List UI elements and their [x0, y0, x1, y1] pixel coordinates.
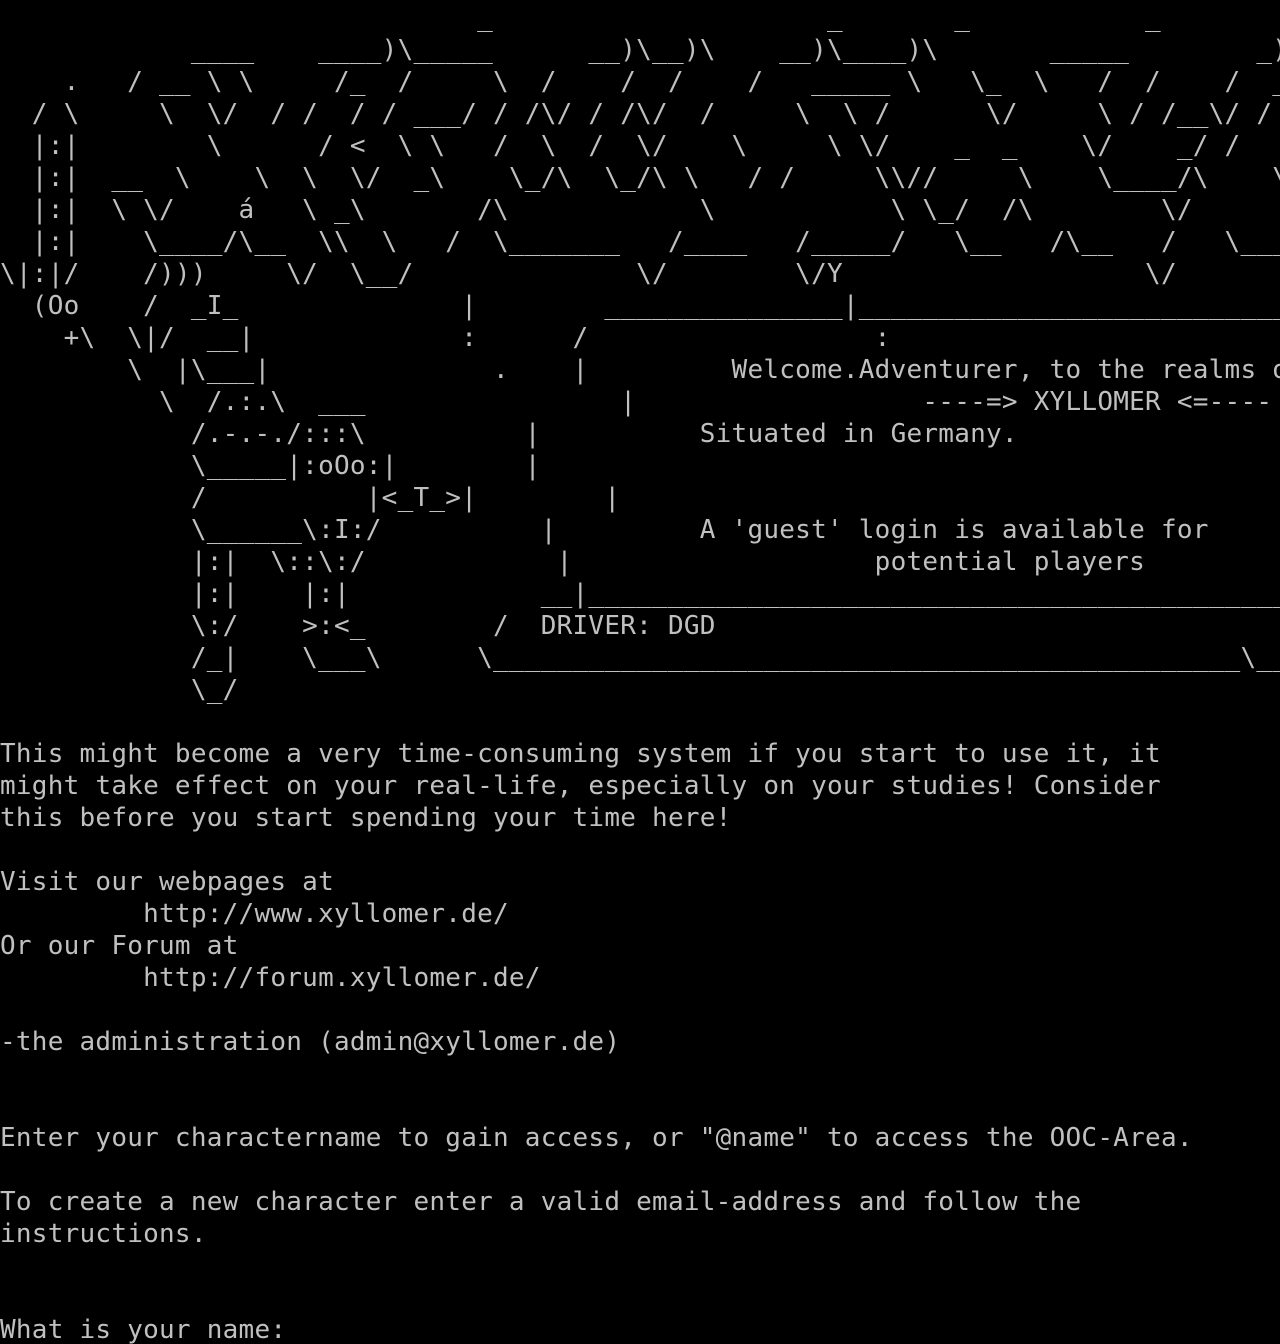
forum-label: Or our Forum at — [0, 931, 239, 961]
telnet-terminal[interactable]: _ _ _ _ _ _ _ _ ____ ____)\_____ __)\__)… — [0, 0, 1280, 1344]
banner-line: |:| \ \/ á \ _\ /\ \ \ \_/ /\ \/ /\ \ \\… — [31, 195, 1193, 225]
warning-line: This might become a very time-consuming … — [0, 739, 1161, 769]
banner-line: ____ ____)\_____ __)\__)\ __)\____)\ ___… — [190, 35, 1280, 65]
login-instructions: Enter your charactername to gain access,… — [0, 1123, 1193, 1153]
banner-line: \|:|/ /))) \/ \__/ \/ \/Y \/ \/ \/ Y\/ \… — [0, 259, 1177, 289]
forum-url[interactable]: http://forum.xyllomer.de/ — [0, 962, 541, 994]
admin-signature: -the administration (admin@xyllomer.de) — [0, 1027, 621, 1057]
banner-line: \_/ — [0, 675, 239, 705]
banner-line: . / __ \ \ /_ / \ / / / / _____ \ \_ \ /… — [63, 67, 1280, 97]
banner-line: +\ \|/ __| : / : : / \ — [63, 323, 891, 353]
webpages-label: Visit our webpages at — [0, 867, 334, 897]
banner-line: \_____|:oOo:| | | — [190, 451, 541, 481]
banner-line: \ |\___| . | Welcome.Adventurer, to the … — [127, 355, 1280, 385]
banner-line: / |<_T_>| | | — [190, 483, 621, 513]
warning-line: this before you start spending your time… — [0, 803, 732, 833]
banner-line: \:/ >:<_ / DRIVER: DGD / |Phoenix| — [190, 611, 716, 641]
banner-line: \ /.:.\ ___ | ----=> XYLLOMER <=---- | — [159, 387, 1273, 417]
create-character-instructions: To create a new character enter a valid … — [0, 1187, 1082, 1217]
banner-line: /.-.-./:::\ | Situated in Germany. | — [190, 419, 1018, 449]
banner-line: |:| \::\:/ | potential players |________ — [190, 547, 1146, 577]
banner-line: |:| |:| __|_____________________________… — [190, 579, 1280, 609]
banner-line: /_| \___\ \_____________________________… — [190, 643, 1280, 673]
create-character-instructions: instructions. — [0, 1219, 207, 1249]
name-prompt[interactable]: What is your name: — [0, 1314, 302, 1344]
banner-line: / \ \ \/ / / / / ___/ / /\/ / /\/ / \ \ … — [0, 99, 1280, 129]
banner-line: \______\:I:/ | A 'guest' login is availa… — [0, 515, 1280, 545]
banner-line: |:| __ \ \ \ \/ _\ \_/\ \_/\ \ / / \\// … — [0, 163, 1280, 193]
banner-line: _ _ _ _ _ _ _ _ — [477, 3, 1161, 33]
banner-line: |:| \ / < \ \ / \ / \/ \ \ \/ _ _ \/ _/ … — [0, 131, 1280, 161]
warning-line: might take effect on your real-life, esp… — [0, 771, 1161, 801]
name-prompt-label: What is your name: — [0, 1315, 303, 1344]
webpage-url[interactable]: http://www.xyllomer.de/ — [0, 898, 509, 930]
banner-line: |:| \____/\__ \\ \ / \_______ /____ /___… — [31, 227, 1280, 257]
banner-line: (Oo / _I_ | _______________|____________… — [31, 291, 1280, 321]
